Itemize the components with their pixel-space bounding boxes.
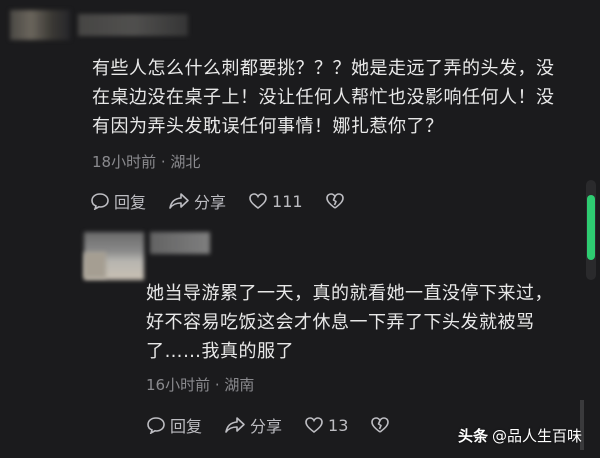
share-button[interactable]: 分享	[168, 189, 226, 213]
comment-meta: 18小时前 · 湖北	[92, 153, 201, 171]
reply-actions: 回复 分享 13	[146, 413, 394, 437]
dislike-button[interactable]	[325, 192, 349, 210]
share-icon	[169, 193, 189, 209]
broken-heart-icon	[371, 417, 390, 433]
reply-button[interactable]: 回复	[146, 413, 202, 437]
share-button[interactable]: 分享	[224, 413, 282, 437]
reply-user-name-blurred[interactable]	[150, 232, 210, 254]
dislike-button[interactable]	[370, 416, 394, 434]
like-count: 13	[328, 415, 349, 435]
like-button[interactable]: 111	[248, 192, 303, 211]
share-label: 分享	[250, 417, 283, 436]
reply-user-avatar-detail	[84, 252, 106, 278]
like-button[interactable]: 13	[304, 416, 348, 435]
share-label: 分享	[194, 193, 227, 212]
watermark-account: @品人生百味	[491, 427, 582, 445]
comment-screen: 有些人怎么什么刺都要挑？？？她是走远了弄的头发，没在桌边没在桌子上！没让任何人帮…	[0, 0, 600, 458]
reply-label: 回复	[114, 193, 147, 212]
reply-icon	[147, 417, 165, 434]
comment-actions: 回复 分享 111	[90, 189, 349, 213]
scrollbar-thumb[interactable]	[587, 195, 595, 260]
reply-text: 她当导游累了一天，真的就看她一直没停下来过，好不容易吃饭这会才休息一下弄了下头发…	[146, 283, 553, 362]
user-name-blurred[interactable]	[78, 14, 188, 36]
watermark-brand: 头条	[457, 427, 488, 445]
like-count: 111	[272, 191, 303, 211]
reply-meta: 16小时前 · 湖南	[146, 376, 255, 394]
reply-label: 回复	[170, 417, 203, 436]
broken-heart-icon	[325, 193, 344, 209]
share-icon	[225, 417, 245, 433]
user-avatar[interactable]	[10, 10, 70, 40]
reply-button[interactable]: 回复	[90, 189, 146, 213]
reply-icon	[91, 193, 109, 210]
heart-icon	[305, 417, 323, 434]
comment-text: 有些人怎么什么刺都要挑？？？她是走远了弄的头发，没在桌边没在桌子上！没让任何人帮…	[92, 58, 555, 137]
heart-icon	[249, 193, 267, 210]
watermark: 头条 @品人生百味	[458, 425, 582, 446]
